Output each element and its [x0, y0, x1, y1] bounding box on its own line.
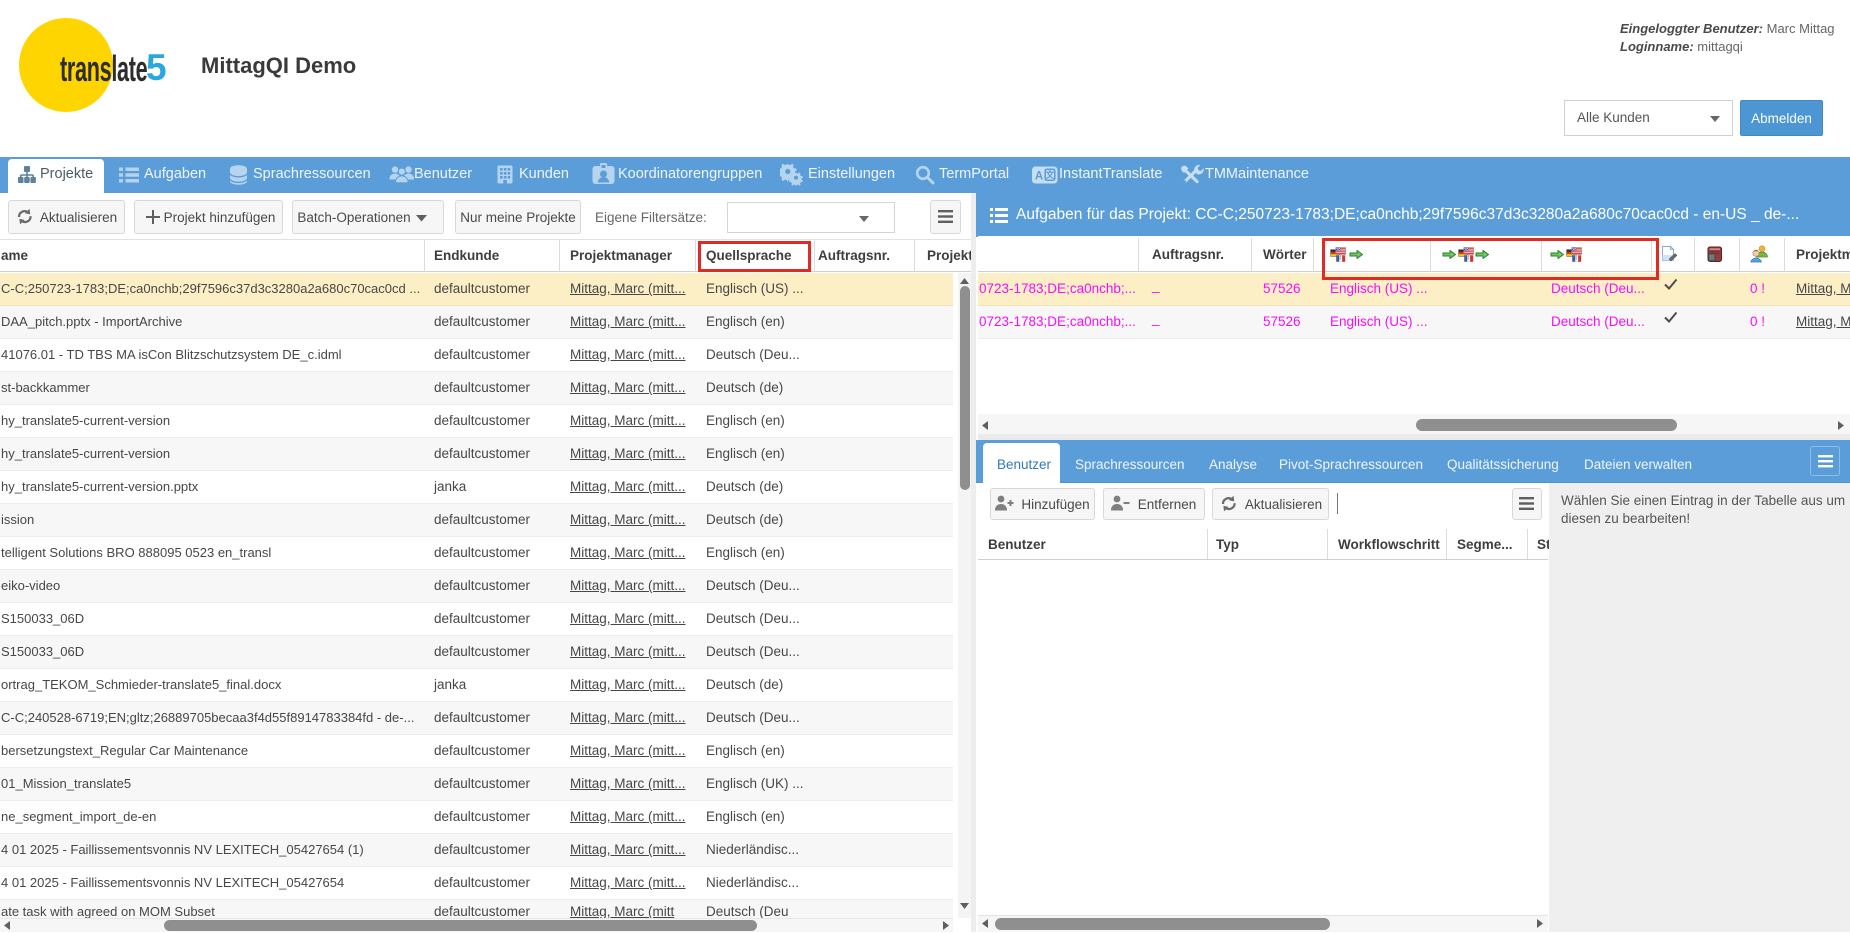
svg-text:A: A	[1035, 171, 1043, 183]
svg-text:文: 文	[1044, 169, 1055, 180]
